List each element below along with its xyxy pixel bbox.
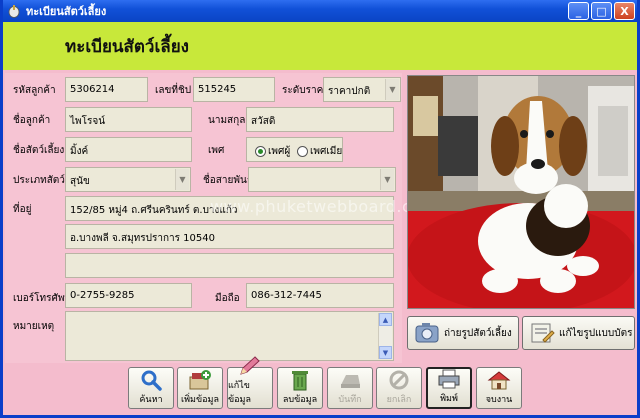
save-icon	[337, 368, 363, 391]
price-level-value: ราคาปกติ	[328, 86, 371, 97]
page-title: ทะเบียนสัตว์เลี้ยง	[65, 36, 189, 57]
chevron-down-icon[interactable]: ▼	[385, 79, 399, 100]
exit-label: จบงาน	[485, 395, 513, 405]
form-panel: รหัสลูกค้า 5306214 เลขที่ชิป 515245 ระดั…	[5, 73, 437, 363]
pet-name-label: ชื่อสัตว์เลี้ยง	[13, 145, 65, 156]
edit-card-button[interactable]: แก้ไขรูปแบบบัตร	[522, 316, 635, 350]
radio-selected-icon	[255, 146, 266, 157]
print-label: พิมพ์	[440, 394, 458, 404]
title-bar[interactable]: ทะเบียนสัตว์เลี้ยง _ □ X	[3, 0, 637, 22]
customer-name-field[interactable]: ไพโรจน์	[65, 107, 192, 132]
radio-unselected-icon	[297, 146, 308, 157]
save-label: บันทึก	[338, 395, 362, 405]
phone-field[interactable]: 0-2755-9285	[65, 283, 192, 308]
exit-button[interactable]: จบงาน	[476, 367, 522, 409]
take-photo-label: ถ่ายรูปสัตว์เลี้ยง	[444, 327, 512, 339]
breed-select[interactable]: ▼	[248, 167, 396, 192]
add-button[interactable]: เพิ่มข้อมูล	[177, 367, 223, 409]
delete-button[interactable]: ลบข้อมูล	[277, 367, 323, 409]
printer-icon	[436, 368, 462, 390]
dog-photo-image	[408, 76, 634, 308]
phone-label: เบอร์โทรศัพท์	[13, 293, 72, 304]
chip-no-label: เลขที่ชิป	[155, 85, 192, 96]
close-button[interactable]: X	[614, 2, 635, 20]
window-title: ทะเบียนสัตว์เลี้ยง	[26, 5, 107, 18]
edit-label: แก้ไขข้อมูล	[228, 381, 252, 405]
search-icon	[138, 368, 164, 391]
take-photo-button[interactable]: ถ่ายรูปสัตว์เลี้ยง	[407, 316, 519, 350]
chevron-down-icon[interactable]: ▼	[380, 169, 394, 190]
cancel-label: ยกเลิก	[386, 395, 412, 405]
trash-icon	[287, 368, 313, 391]
scroll-down-icon[interactable]: ▼	[379, 346, 392, 359]
pet-type-label: ประเภทสัตว์	[13, 175, 65, 186]
header-band: ทะเบียนสัตว์เลี้ยง	[3, 22, 637, 70]
mobile-field[interactable]: 086-312-7445	[246, 283, 394, 308]
address-line2-field[interactable]: อ.บางพลี จ.สมุทรปราการ 10540	[65, 224, 394, 249]
sex-label: เพศ	[208, 145, 225, 156]
surname-label: นามสกุล	[208, 115, 246, 126]
minimize-button[interactable]: _	[568, 2, 589, 20]
edit-button[interactable]: แก้ไขข้อมูล	[227, 356, 273, 409]
note-label: หมายเหตุ	[13, 321, 55, 332]
cancel-icon	[386, 368, 412, 391]
pet-photo	[407, 75, 635, 309]
address-line3-field[interactable]	[65, 253, 394, 278]
customer-code-field[interactable]: 5306214	[65, 77, 148, 102]
price-level-select[interactable]: ราคาปกติ ▼	[323, 77, 401, 102]
customer-name-label: ชื่อลูกค้า	[13, 115, 51, 126]
sex-male-radio[interactable]: เพศผู้	[255, 144, 290, 159]
maximize-button[interactable]: □	[591, 2, 612, 20]
card-edit-icon	[529, 320, 555, 346]
edit-card-label: แก้ไขรูปแบบบัตร	[559, 327, 633, 339]
pet-type-value: สุนัข	[70, 176, 90, 187]
main-window: ทะเบียนสัตว์เลี้ยง _ □ X ทะเบียนสัตว์เลี…	[0, 0, 640, 418]
pet-type-select[interactable]: สุนัข ▼	[65, 167, 191, 192]
app-icon	[7, 4, 21, 18]
save-button[interactable]: บันทึก	[327, 367, 373, 409]
pet-name-field[interactable]: มิ้งค์	[65, 137, 192, 162]
breed-label: ชื่อสายพันธุ์	[203, 175, 253, 186]
add-record-icon	[187, 368, 213, 391]
search-label: ค้นหา	[139, 395, 163, 405]
camera-icon	[414, 320, 440, 346]
address-label: ที่อยู่	[13, 204, 32, 215]
delete-label: ลบข้อมูล	[282, 395, 318, 405]
sex-male-label: เพศผู้	[268, 146, 291, 157]
pencil-icon	[237, 355, 263, 377]
watermark: www.phuketwebboard.com	[210, 197, 438, 216]
sex-female-label: เพศเมีย	[310, 146, 343, 157]
price-level-label: ระดับราคา	[282, 85, 329, 96]
surname-field[interactable]: สวัสดิ	[246, 107, 394, 132]
sex-radio-group: เพศผู้ เพศเมีย	[246, 137, 343, 162]
search-button[interactable]: ค้นหา	[128, 367, 174, 409]
add-label: เพิ่มข้อมูล	[181, 395, 219, 405]
note-scrollbar[interactable]: ▲ ▼	[378, 313, 392, 359]
customer-code-label: รหัสลูกค้า	[13, 85, 56, 96]
scroll-up-icon[interactable]: ▲	[379, 313, 392, 326]
home-icon	[486, 368, 512, 391]
cancel-button[interactable]: ยกเลิก	[376, 367, 422, 409]
note-textarea[interactable]: ▲ ▼	[65, 311, 394, 361]
sex-female-radio[interactable]: เพศเมีย	[297, 144, 342, 159]
chip-no-field[interactable]: 515245	[193, 77, 275, 102]
chevron-down-icon[interactable]: ▼	[175, 169, 189, 190]
mobile-label: มือถือ	[215, 293, 240, 304]
print-button[interactable]: พิมพ์	[426, 367, 472, 409]
